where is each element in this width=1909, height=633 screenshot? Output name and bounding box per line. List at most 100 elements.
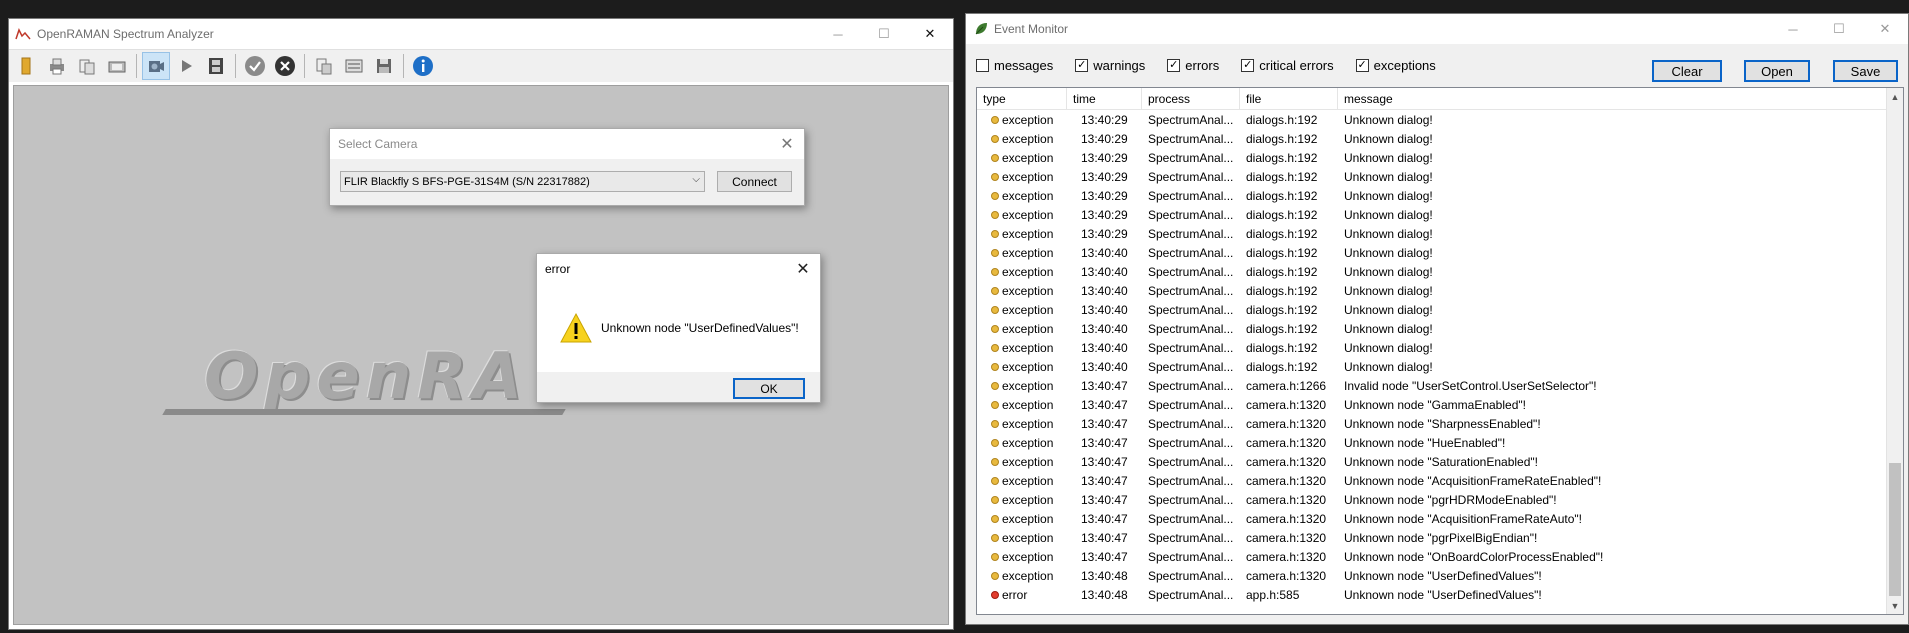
clear-button[interactable]: Clear [1652, 60, 1722, 82]
table-row[interactable]: exception 13:40:47 SpectrumAnal... camera.h… [977, 547, 1903, 566]
cell-process: SpectrumAnal... [1148, 416, 1234, 431]
table-row[interactable]: exception 13:40:29 SpectrumAnal... dialogs.… [977, 110, 1903, 129]
scroll-down-icon[interactable]: ▼ [1887, 597, 1903, 614]
ok-button[interactable]: OK [733, 378, 805, 399]
checkbox-checked-icon[interactable]: ✓ [1167, 58, 1181, 72]
error-dialog: error ✕ Unknown node "UserDefinedValues"… [536, 253, 821, 403]
save-log-button[interactable]: Save [1833, 60, 1898, 82]
cancel-button[interactable] [271, 52, 299, 80]
exception-icon [991, 229, 999, 238]
camera-button[interactable] [142, 52, 170, 80]
filter-checkbox-messages[interactable]: messages [976, 58, 1053, 73]
snapshot-button[interactable] [103, 52, 131, 80]
open-button[interactable] [13, 52, 41, 80]
table-row[interactable]: exception 13:40:29 SpectrumAnal... dialogs.… [977, 186, 1903, 205]
cell-message: Unknown node "UserDefinedValues"! [1344, 568, 1542, 583]
checkbox-checked-icon[interactable]: ✓ [1355, 58, 1369, 72]
exception-icon [991, 191, 999, 200]
toolbar-separator [304, 54, 305, 78]
table-row[interactable]: error 13:40:48 SpectrumAnal... app.h:585 Unk… [977, 585, 1903, 604]
clipboard-button[interactable] [310, 52, 338, 80]
cell-time: 13:40:40 [1081, 302, 1128, 317]
maximize-icon: ☐ [878, 26, 890, 41]
error-dialog-titlebar[interactable]: error ✕ [537, 254, 820, 284]
scroll-thumb[interactable] [1889, 463, 1901, 596]
event-monitor-titlebar[interactable]: Event Monitor ─ ☐ ✕ [966, 14, 1908, 44]
cell-time: 13:40:40 [1081, 340, 1128, 355]
filter-checkbox-errors[interactable]: ✓ errors [1167, 58, 1219, 73]
table-row[interactable]: exception 13:40:29 SpectrumAnal... dialogs.… [977, 205, 1903, 224]
error-dialog-close-button[interactable]: ✕ [792, 258, 814, 280]
checkbox-checked-icon[interactable]: ✓ [1241, 58, 1255, 72]
close-button[interactable]: ✕ [1862, 14, 1908, 44]
table-row[interactable]: exception 13:40:47 SpectrumAnal... camera.h… [977, 528, 1903, 547]
camera-select[interactable]: FLIR Blackfly S BFS-PGE-31S4M (S/N 22317… [340, 171, 705, 192]
table-row[interactable]: exception 13:40:40 SpectrumAnal... dialogs.… [977, 243, 1903, 262]
cell-file: camera.h:1320 [1246, 549, 1327, 564]
export-button[interactable] [73, 52, 101, 80]
vertical-scrollbar[interactable]: ▲ ▼ [1886, 88, 1903, 614]
connect-button[interactable]: Connect [717, 171, 792, 192]
table-row[interactable]: exception 13:40:40 SpectrumAnal... dialogs.… [977, 262, 1903, 281]
table-row[interactable]: exception 13:40:47 SpectrumAnal... camera.h… [977, 509, 1903, 528]
table-row[interactable]: exception 13:40:47 SpectrumAnal... camera.h… [977, 471, 1903, 490]
type-label: exception [1002, 283, 1054, 298]
cell-message: Unknown dialog! [1344, 359, 1433, 374]
table-row[interactable]: exception 13:40:40 SpectrumAnal... dialogs.… [977, 300, 1903, 319]
filter-checkbox-critical-errors[interactable]: ✓ critical errors [1241, 58, 1334, 73]
minimize-button[interactable]: ─ [1770, 14, 1816, 44]
select-camera-close-button[interactable]: ✕ [776, 133, 798, 155]
checkbox-unchecked-icon[interactable] [976, 58, 989, 72]
cell-type: exception [977, 569, 1067, 583]
column-header-type[interactable]: type [977, 88, 1067, 110]
column-header-process[interactable]: process [1142, 88, 1240, 110]
maximize-button[interactable]: ☐ [861, 19, 907, 49]
table-row[interactable]: exception 13:40:40 SpectrumAnal... dialogs.… [977, 338, 1903, 357]
table-row[interactable]: exception 13:40:48 SpectrumAnal... camera.h… [977, 566, 1903, 585]
cell-process: SpectrumAnal... [1148, 454, 1234, 469]
table-row[interactable]: exception 13:40:47 SpectrumAnal... camera.h… [977, 490, 1903, 509]
maximize-button[interactable]: ☐ [1816, 14, 1862, 44]
event-list[interactable]: type time process file message exception… [976, 87, 1904, 615]
table-row[interactable]: exception 13:40:47 SpectrumAnal... camera.h… [977, 376, 1903, 395]
spectrum-titlebar[interactable]: OpenRAMAN Spectrum Analyzer ─ ☐ ✕ [9, 19, 953, 49]
table-row[interactable]: exception 13:40:29 SpectrumAnal... dialogs.… [977, 224, 1903, 243]
save-button[interactable] [370, 52, 398, 80]
record-button[interactable] [202, 52, 230, 80]
type-label: exception [1002, 131, 1054, 146]
error-dialog-title: error [545, 262, 571, 276]
filter-checkbox-exceptions[interactable]: ✓ exceptions [1355, 58, 1436, 73]
table-row[interactable]: exception 13:40:29 SpectrumAnal... dialogs.… [977, 129, 1903, 148]
filter-checkbox-warnings[interactable]: ✓ warnings [1075, 58, 1145, 73]
column-header-message[interactable]: message [1338, 88, 1878, 110]
close-button[interactable]: ✕ [907, 19, 953, 49]
cell-type: exception [977, 474, 1067, 488]
print-button[interactable] [43, 52, 71, 80]
cell-message: Unknown dialog! [1344, 302, 1433, 317]
column-header-time[interactable]: time [1067, 88, 1142, 110]
list-icon [345, 59, 363, 73]
table-row[interactable]: exception 13:40:29 SpectrumAnal... dialogs.… [977, 148, 1903, 167]
checkbox-checked-icon[interactable]: ✓ [1075, 58, 1089, 72]
table-row[interactable]: exception 13:40:47 SpectrumAnal... camera.h… [977, 433, 1903, 452]
table-row[interactable]: exception 13:40:40 SpectrumAnal... dialogs.… [977, 357, 1903, 376]
list-button[interactable] [340, 52, 368, 80]
cell-process: SpectrumAnal... [1148, 378, 1234, 393]
accept-button[interactable] [241, 52, 269, 80]
minimize-button[interactable]: ─ [815, 19, 861, 49]
table-row[interactable]: exception 13:40:47 SpectrumAnal... camera.h… [977, 452, 1903, 471]
table-row[interactable]: exception 13:40:47 SpectrumAnal... camera.h… [977, 414, 1903, 433]
info-button[interactable] [409, 52, 437, 80]
table-row[interactable]: exception 13:40:47 SpectrumAnal... camera.h… [977, 395, 1903, 414]
cell-file: dialogs.h:192 [1246, 226, 1318, 241]
table-row[interactable]: exception 13:40:29 SpectrumAnal... dialogs.… [977, 167, 1903, 186]
table-row[interactable]: exception 13:40:40 SpectrumAnal... dialogs.… [977, 319, 1903, 338]
column-header-file[interactable]: file [1240, 88, 1338, 110]
open-button[interactable]: Open [1744, 60, 1810, 82]
cell-type: exception [977, 303, 1067, 317]
exception-icon [991, 381, 999, 390]
select-camera-titlebar[interactable]: Select Camera ✕ [330, 129, 804, 159]
play-button[interactable] [172, 52, 200, 80]
scroll-up-icon[interactable]: ▲ [1887, 88, 1903, 105]
table-row[interactable]: exception 13:40:40 SpectrumAnal... dialogs.… [977, 281, 1903, 300]
